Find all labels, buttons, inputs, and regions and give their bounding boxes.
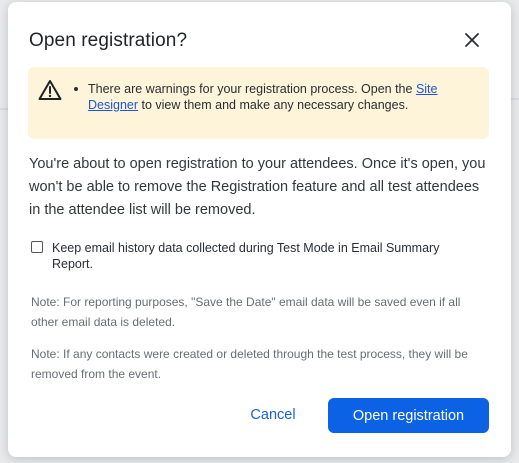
- warning-text-after: to view them and make any necessary chan…: [138, 98, 409, 112]
- close-icon: [465, 33, 479, 47]
- note-test-contacts: Note: If any contacts were created or de…: [31, 347, 468, 381]
- keep-email-history-label[interactable]: Keep email history data collected during…: [52, 240, 472, 272]
- cancel-button[interactable]: Cancel: [232, 398, 314, 432]
- dialog-title: Open registration?: [29, 30, 188, 51]
- dialog-message: You're about to open registration to you…: [29, 156, 486, 218]
- close-button[interactable]: [460, 28, 484, 52]
- note-save-the-date: Note: For reporting purposes, "Save the …: [31, 295, 461, 329]
- warning-message: There are warnings for your registration…: [74, 81, 478, 113]
- keep-email-history-checkbox[interactable]: [31, 241, 43, 253]
- open-registration-button[interactable]: Open registration: [328, 398, 489, 433]
- warning-banner: There are warnings for your registration…: [28, 67, 489, 139]
- warning-triangle-icon: [38, 80, 62, 100]
- bullet: [74, 87, 78, 91]
- open-registration-dialog: Open registration? There are warnings fo…: [8, 2, 511, 457]
- warning-text-before: There are warnings for your registration…: [88, 82, 416, 96]
